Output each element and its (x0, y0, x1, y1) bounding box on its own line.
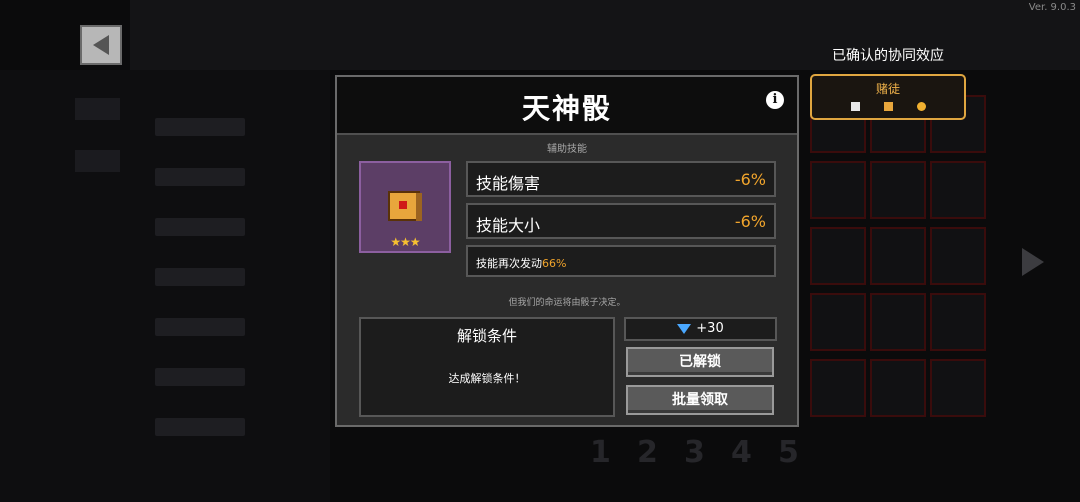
version-label: Ver. 9.0.3 (1028, 2, 1076, 13)
info-icon[interactable]: i (766, 91, 784, 109)
synergy-item-icon (851, 102, 860, 111)
page-number[interactable]: 4 (731, 435, 752, 470)
item-icon-frame: ★★★ (359, 161, 451, 253)
page-number[interactable]: 5 (778, 435, 799, 470)
next-page-arrow-icon[interactable] (1022, 248, 1044, 276)
unlock-title: 解锁条件 (456, 327, 517, 345)
unlock-panel: 解锁条件 达成解锁条件！ (359, 317, 615, 417)
synergy-heading: 已确认的协同效应 (832, 48, 944, 64)
page-number[interactable]: 3 (684, 435, 705, 470)
note-label: 技能再次发动66% (476, 257, 567, 270)
item-detail-modal: 天神骰 i 辅助技能 ★★★ 技能傷害 -6% 技能大小 -6% 技能再次发动6… (335, 75, 799, 427)
item-title: 天神骰 (521, 92, 612, 125)
synergy-name: 赌徒 (875, 82, 900, 96)
bg-list-item (155, 418, 245, 436)
bg-list-item (155, 168, 245, 186)
bg-list-item (155, 318, 245, 336)
note-value: 66% (542, 257, 567, 270)
stat-value: -6% (734, 170, 766, 189)
modal-header: 天神骰 i (337, 77, 797, 135)
bg-list-item (155, 368, 245, 386)
stat-note: 技能再次发动66% (466, 245, 776, 277)
unlocked-button[interactable]: 已解锁 (626, 347, 774, 377)
synergy-dice-icon (884, 102, 893, 111)
item-grid (810, 95, 1020, 425)
bg-tab (75, 150, 120, 172)
reward-display: +30 (624, 317, 777, 341)
stat-label: 技能大小 (476, 216, 541, 235)
item-category: 辅助技能 (547, 144, 587, 155)
back-button[interactable] (80, 25, 122, 65)
unlock-description: 达成解锁条件！ (448, 372, 526, 385)
synergy-card[interactable]: 赌徒 (810, 74, 966, 120)
page-number[interactable]: 2 (637, 435, 658, 470)
bg-list-item (155, 118, 245, 136)
flavor-text: 但我们的命运将由骰子决定。 (508, 298, 626, 308)
batch-claim-button[interactable]: 批量领取 (626, 385, 774, 415)
gem-icon (677, 323, 692, 334)
bg-list-item (155, 268, 245, 286)
page-number[interactable]: 1 (590, 435, 611, 470)
reward-amount: +30 (696, 321, 724, 336)
back-arrow-icon (93, 35, 109, 55)
stat-label: 技能傷害 (476, 174, 541, 193)
stat-row: 技能大小 -6% (466, 203, 776, 239)
rarity-stars: ★★★ (390, 235, 420, 249)
bg-list-item (155, 218, 245, 236)
bg-tab (75, 98, 120, 120)
synergy-coin-icon (917, 102, 926, 111)
stat-row: 技能傷害 -6% (466, 161, 776, 197)
stat-value: -6% (734, 212, 766, 231)
